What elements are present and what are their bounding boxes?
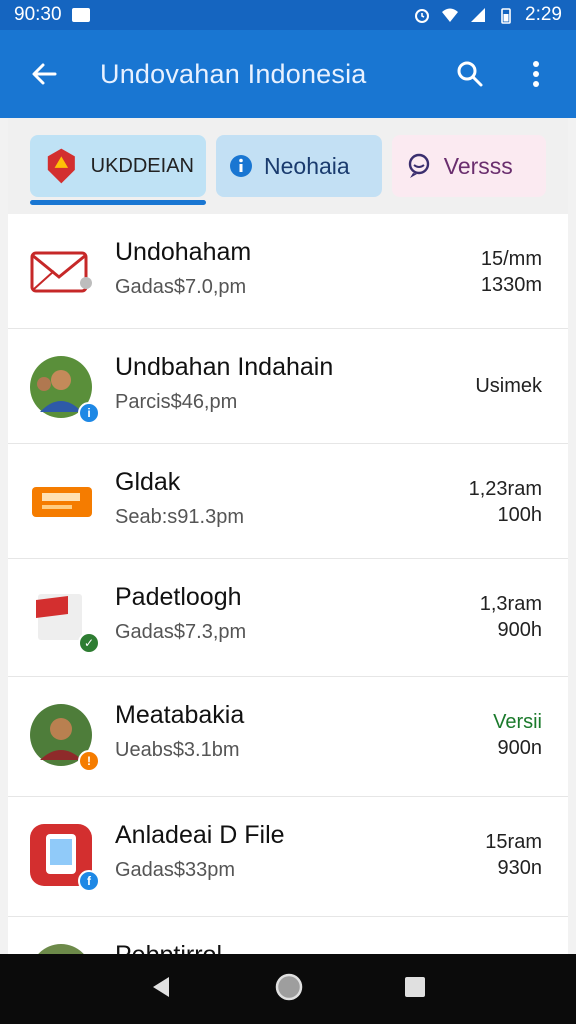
item-subtitle: Parcis$46,pm — [115, 391, 238, 413]
item-size: 900n — [497, 737, 543, 759]
alert-badge-icon: ! — [78, 750, 100, 772]
item-title: Undohaham — [115, 238, 252, 266]
item-subtitle: Gadas$7.3,pm — [115, 621, 247, 643]
mail-icon — [30, 251, 92, 293]
item-size: 900h — [497, 619, 543, 641]
list-item[interactable]: Undohaham Gadas$7.0,pm 15/mm 1330m — [8, 214, 568, 329]
nav-home-button[interactable] — [274, 972, 304, 1007]
avatar — [28, 469, 94, 535]
tab-ukddeian[interactable]: UKDDEIAN — [30, 135, 206, 205]
item-subtitle: Ueabs$3.1bm — [115, 739, 240, 761]
page-title: Undovahan Indonesia — [100, 58, 367, 89]
info-circle-icon — [230, 155, 252, 177]
system-nav-bar — [0, 954, 576, 1024]
status-time-left: 90:30 — [14, 4, 62, 25]
alarm-icon — [415, 9, 430, 23]
item-title: Padetloogh — [115, 583, 242, 611]
tab-label: Neohaia — [264, 152, 350, 179]
list-item[interactable]: f Anladeai D File Gadas$33pm 15ram 930n — [8, 797, 568, 917]
tab-label: Versss — [443, 152, 513, 179]
ticket-icon — [32, 487, 92, 517]
avatar — [28, 942, 94, 954]
facebook-badge-icon: f — [78, 870, 100, 892]
notification-icon — [71, 8, 90, 22]
item-size: 930n — [497, 857, 543, 879]
status-bar: 90:30 2:29 — [0, 0, 576, 30]
search-icon — [457, 61, 483, 87]
avatar: f — [28, 822, 100, 892]
battery-icon — [501, 8, 511, 24]
item-subtitle: Gadas$33pm — [115, 859, 236, 881]
signal-icon — [471, 8, 486, 22]
check-badge-icon: ✓ — [78, 632, 100, 654]
status-time-right: 2:29 — [525, 4, 562, 25]
item-time: 15ram — [485, 831, 542, 853]
tab-versss[interactable]: Versss — [391, 135, 546, 197]
chat-icon — [408, 153, 429, 178]
more-options-button[interactable] — [518, 56, 554, 92]
avatar: ✓ — [28, 584, 100, 654]
emblem-icon — [47, 148, 75, 184]
item-status: Usimek — [475, 375, 542, 397]
nav-recents-button[interactable] — [403, 975, 427, 1004]
item-title: Undbahan Indahain — [115, 353, 334, 381]
tab-label: UKDDEIAN — [90, 154, 194, 177]
item-size: 100h — [497, 504, 543, 526]
item-subtitle: Seab:s91.3pm — [115, 506, 244, 528]
search-button[interactable] — [452, 56, 488, 92]
list-item[interactable]: ✓ Padetloogh Gadas$7.3,pm 1,3ram 900h — [8, 559, 568, 677]
info-badge-icon: i — [78, 402, 100, 424]
item-status: Versii — [493, 711, 542, 733]
list-item[interactable]: Gldak Seab:s91.3pm 1,23ram 100h — [8, 444, 568, 559]
list-item[interactable]: Pebptirrol — [8, 917, 568, 954]
triangle-back-icon — [153, 976, 170, 997]
item-title: Gldak — [115, 468, 181, 496]
arrow-left-icon — [32, 63, 57, 85]
avatar: ! — [28, 702, 100, 772]
app-bar: Undovahan Indonesia — [0, 30, 576, 118]
message-list: Undohaham Gadas$7.0,pm 15/mm 1330m i Und… — [8, 214, 568, 954]
more-vert-icon — [533, 61, 539, 87]
item-title: Pebptirrol — [115, 941, 222, 954]
back-button[interactable] — [22, 52, 66, 96]
item-time: 15/mm — [480, 248, 542, 270]
tab-neohaia[interactable]: Neohaia — [216, 135, 382, 197]
avatar: i — [28, 354, 100, 424]
list-item[interactable]: ! Meatabakia Ueabs$3.1bm Versii 900n — [8, 677, 568, 797]
item-size: 1330m — [480, 274, 542, 296]
list-item[interactable]: i Undbahan Indahain Parcis$46,pm Usimek — [8, 329, 568, 444]
person-photo — [38, 944, 84, 954]
item-title: Meatabakia — [115, 701, 245, 729]
item-title: Anladeai D File — [115, 821, 285, 849]
item-subtitle: Gadas$7.0,pm — [115, 276, 247, 298]
tab-bar: UKDDEIAN Neohaia Versss — [8, 118, 568, 214]
wifi-icon — [442, 8, 459, 22]
square-recents-icon — [404, 976, 425, 997]
avatar — [28, 239, 94, 305]
item-time: 1,23ram — [468, 478, 542, 500]
item-time: 1,3ram — [479, 593, 542, 615]
nav-back-button[interactable] — [149, 974, 175, 1005]
home-circle-icon — [275, 973, 303, 1000]
